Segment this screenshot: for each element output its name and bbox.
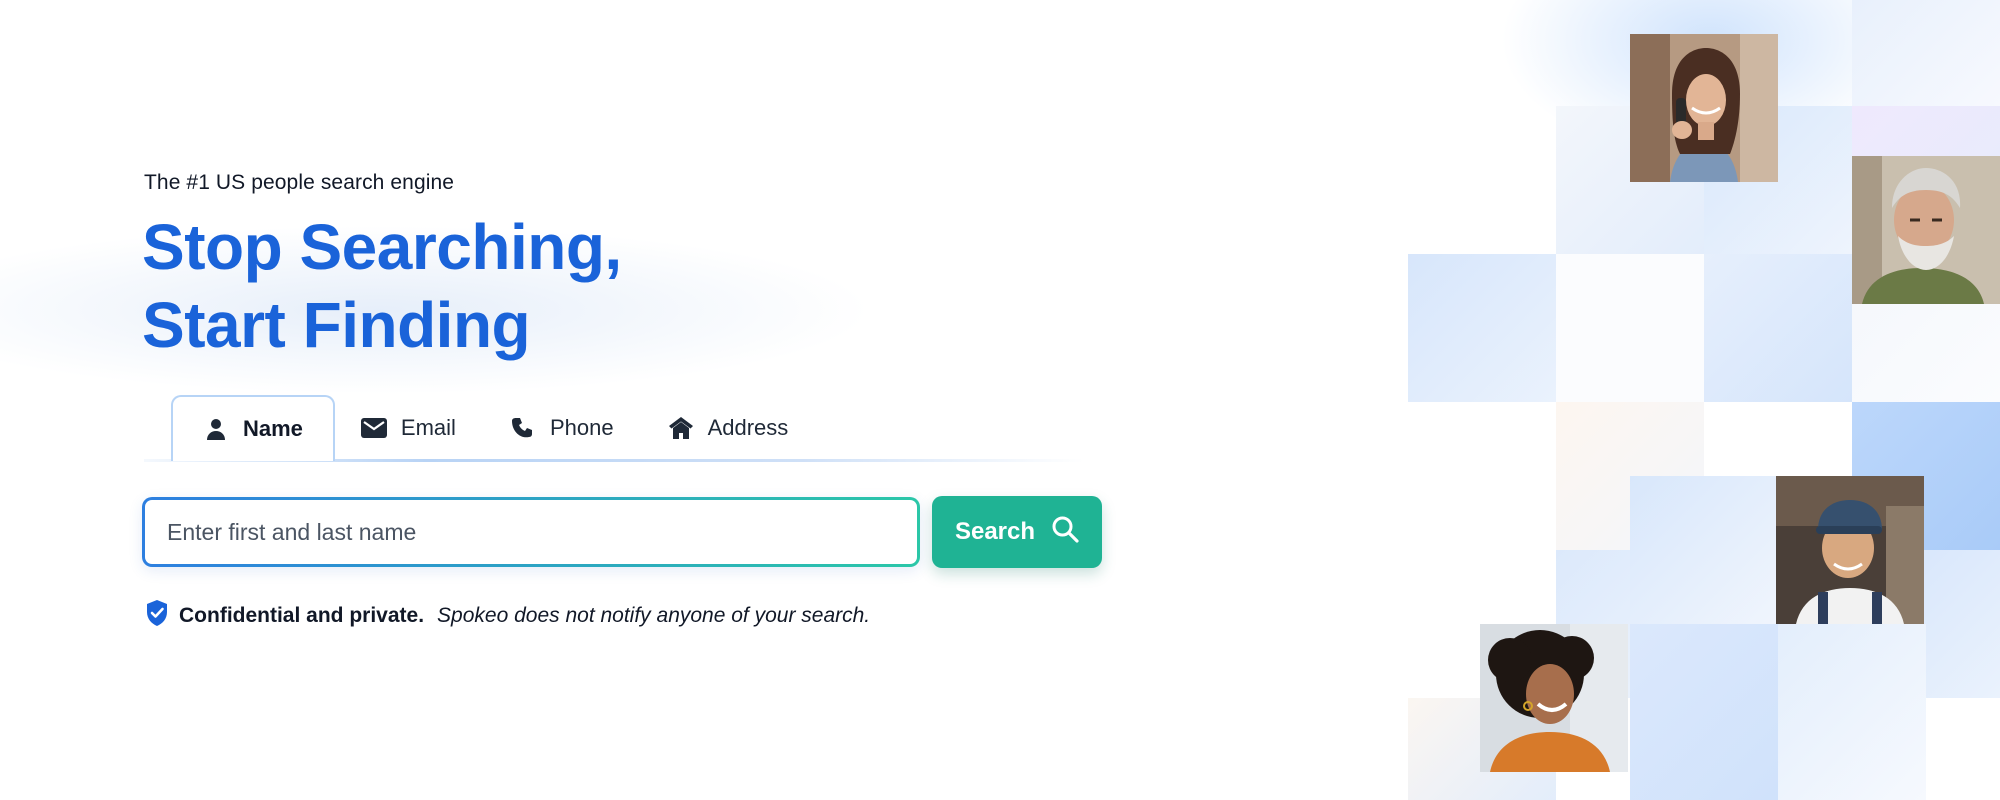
house-icon (668, 415, 694, 441)
person-photo-man-cap (1776, 476, 1924, 624)
mosaic-tile (1778, 624, 1926, 800)
tab-email[interactable]: Email (335, 395, 484, 461)
mosaic-tile (1852, 0, 2000, 106)
hero-section: The #1 US people search engine Stop Sear… (0, 0, 2000, 800)
search-button[interactable]: Search (932, 496, 1102, 568)
phone-icon (510, 415, 536, 441)
search-type-tabs: Name Email Phone Address (171, 395, 816, 461)
eyebrow-text: The #1 US people search engine (144, 171, 455, 194)
person-photo-woman-curly-hair (1480, 624, 1628, 772)
tab-label: Email (400, 415, 456, 440)
privacy-italic-text: Spokeo does not notify anyone of your se… (437, 604, 871, 627)
person-photo-woman-phone (1630, 34, 1778, 182)
search-button-label: Search (954, 518, 1036, 545)
headline-line-1: Stop Searching, (142, 211, 622, 283)
privacy-bold-text: Confidential and private. (179, 604, 425, 627)
mosaic-tile (1408, 254, 1556, 402)
tab-name[interactable]: Name (171, 395, 335, 461)
person-photo-older-man (1852, 156, 2000, 304)
mosaic-tile (1704, 254, 1852, 402)
tab-label: Address (707, 415, 789, 440)
tab-phone[interactable]: Phone (484, 395, 642, 461)
page-title: Stop Searching, Start Finding (142, 208, 622, 364)
envelope-icon (360, 415, 387, 441)
tab-address[interactable]: Address (642, 395, 817, 461)
mosaic-tile (1630, 476, 1778, 624)
photo-mosaic (1350, 0, 2000, 800)
tab-label: Phone (549, 415, 614, 440)
tab-label: Name (243, 416, 303, 441)
hero-left: The #1 US people search engine Stop Sear… (0, 0, 1350, 800)
mosaic-tile (1630, 624, 1778, 800)
privacy-note: Confidential and private. Spokeo does no… (145, 599, 870, 633)
mosaic-tile (1556, 254, 1704, 402)
search-row: Search (142, 496, 1102, 568)
search-input-wrapper (142, 497, 920, 567)
person-icon (203, 416, 229, 442)
search-input[interactable] (145, 500, 917, 564)
magnifier-icon (1051, 515, 1079, 550)
headline-line-2: Start Finding (142, 289, 531, 361)
shield-check-icon (145, 599, 169, 633)
